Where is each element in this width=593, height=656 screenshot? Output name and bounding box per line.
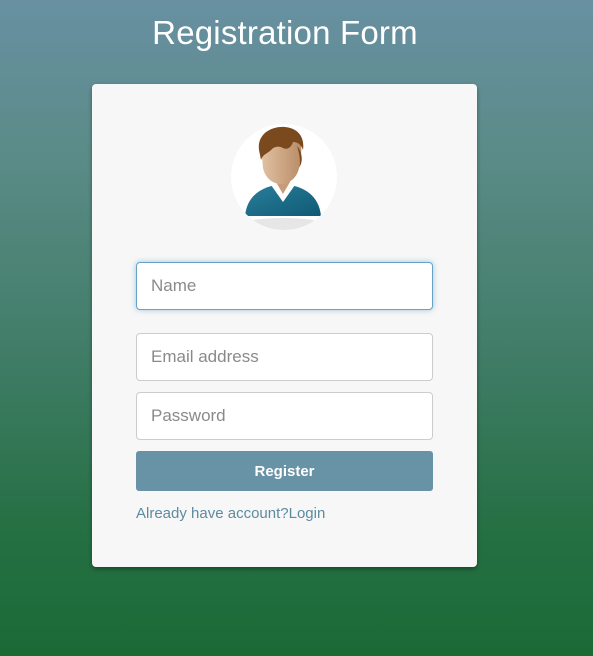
page-title: Registration Form (152, 14, 418, 51)
name-input[interactable] (136, 262, 433, 310)
login-prompt-text: Already have account? (136, 505, 289, 522)
email-input[interactable] (136, 333, 433, 381)
registration-card: Register Already have account?Login (92, 84, 477, 567)
login-prompt: Already have account?Login (136, 505, 325, 522)
login-link[interactable]: Login (289, 505, 326, 522)
user-avatar-icon (231, 124, 337, 230)
register-button[interactable]: Register (136, 451, 433, 491)
password-input[interactable] (136, 392, 433, 440)
